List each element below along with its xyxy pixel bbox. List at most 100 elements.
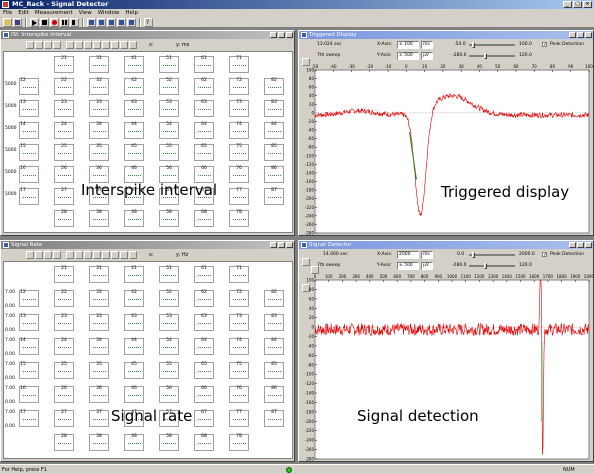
minimize-button[interactable] xyxy=(569,242,576,248)
electrode-cell[interactable]: 22 xyxy=(54,290,74,307)
electrode-cell[interactable]: 45 xyxy=(124,144,144,161)
next-button[interactable] xyxy=(44,251,52,259)
zoom-y-button[interactable] xyxy=(111,251,119,259)
electrode-cell[interactable]: 48 xyxy=(124,210,144,227)
x-range-slider[interactable] xyxy=(469,42,515,48)
electrode-cell[interactable]: 58 xyxy=(159,210,179,227)
record-button[interactable] xyxy=(50,17,59,27)
zoom-in-button[interactable] xyxy=(66,41,74,49)
electrode-cell[interactable]: 24 xyxy=(54,338,74,355)
electrode-cell[interactable]: 46 xyxy=(124,386,144,403)
electrode-cell[interactable]: 83 xyxy=(264,314,284,331)
electrode-cell[interactable]: 52 xyxy=(159,78,179,95)
slider-thumb[interactable] xyxy=(484,53,487,59)
electrode-cell[interactable]: 56 xyxy=(159,386,179,403)
electrode-cell[interactable]: 22 xyxy=(54,78,74,95)
electrode-cell[interactable]: 54 xyxy=(159,338,179,355)
electrode-cell[interactable]: 54 xyxy=(159,122,179,139)
detector-plot[interactable]: 0 100 200 300 400 500 600 700 800 900 1000 1100 1200… xyxy=(299,273,593,461)
pause-button[interactable] xyxy=(60,17,69,27)
electrode-cell[interactable]: 61 xyxy=(194,266,214,283)
electrode-cell[interactable]: 28 xyxy=(54,434,74,451)
electrode-cell[interactable]: 15 xyxy=(19,362,39,379)
prev-button[interactable] xyxy=(35,251,43,259)
electrode-cell[interactable]: 55 xyxy=(159,144,179,161)
electrode-cell[interactable]: 13 xyxy=(19,100,39,117)
zoom-out-button[interactable] xyxy=(84,41,92,49)
maximize-button[interactable] xyxy=(278,32,285,38)
electrode-cell[interactable]: 38 xyxy=(89,210,109,227)
electrode-cell[interactable]: 38 xyxy=(89,434,109,451)
zoom-out-button[interactable] xyxy=(84,251,92,259)
electrode-cell[interactable]: 27 xyxy=(54,410,74,427)
electrode-cell[interactable]: 35 xyxy=(89,362,109,379)
y-axis-unit-field[interactable]: µV xyxy=(421,262,433,270)
stop-button[interactable] xyxy=(40,17,49,27)
last-button[interactable] xyxy=(53,41,61,49)
electrode-cell[interactable]: 75 xyxy=(229,144,249,161)
maximize-button[interactable]: □ xyxy=(573,1,582,8)
electrode-cell[interactable]: 41 xyxy=(124,266,144,283)
layout-button-5[interactable] xyxy=(127,17,136,27)
save-button[interactable] xyxy=(120,251,128,259)
electrode-cell[interactable]: 53 xyxy=(159,100,179,117)
electrode-cell[interactable]: 43 xyxy=(124,100,144,117)
electrode-cell[interactable]: 34 xyxy=(89,338,109,355)
electrode-cell[interactable]: 62 xyxy=(194,290,214,307)
electrode-cell[interactable]: 26 xyxy=(54,386,74,403)
electrode-cell[interactable]: 34 xyxy=(89,122,109,139)
electrode-cell[interactable]: 14 xyxy=(19,338,39,355)
electrode-cell[interactable]: 32 xyxy=(89,290,109,307)
electrode-cell[interactable]: 16 xyxy=(19,386,39,403)
layout-button-3[interactable] xyxy=(107,17,116,27)
close-button[interactable] xyxy=(585,32,592,38)
x-axis-unit-field[interactable]: ms xyxy=(421,41,433,49)
electrode-cell[interactable]: 36 xyxy=(89,386,109,403)
electrode-cell[interactable]: 62 xyxy=(194,78,214,95)
electrode-cell[interactable]: 84 xyxy=(264,338,284,355)
electrode-cell[interactable]: 14 xyxy=(19,122,39,139)
y-axis-unit-field[interactable]: µV xyxy=(421,52,433,60)
electrode-cell[interactable]: 75 xyxy=(229,362,249,379)
electrode-cell[interactable]: 74 xyxy=(229,122,249,139)
zoom-x-in-button[interactable] xyxy=(93,41,101,49)
electrode-cell[interactable]: 23 xyxy=(54,100,74,117)
rate-grid-canvas[interactable]: 21 22 23 24 25 26 27 28 31 32 33 34 35 36 37 38 41 42 43 44… xyxy=(3,261,293,459)
close-button[interactable] xyxy=(286,242,293,248)
electrode-cell[interactable]: 85 xyxy=(264,144,284,161)
electrode-cell[interactable]: 68 xyxy=(194,210,214,227)
x-axis-range-field[interactable]: 2000 xyxy=(397,251,419,259)
peak-detection-checkbox[interactable]: ✓ xyxy=(542,42,547,48)
y-range-slider[interactable] xyxy=(469,263,515,269)
electrode-cell[interactable]: 78 xyxy=(229,210,249,227)
x-axis-range-field[interactable]: ± 100 xyxy=(397,41,419,49)
close-button[interactable] xyxy=(585,242,592,248)
electrode-cell[interactable]: 72 xyxy=(229,290,249,307)
electrode-cell[interactable]: 63 xyxy=(194,100,214,117)
electrode-cell[interactable]: 64 xyxy=(194,338,214,355)
electrode-cell[interactable]: 16 xyxy=(19,166,39,183)
electrode-cell[interactable]: 42 xyxy=(124,290,144,307)
maximize-button[interactable] xyxy=(577,242,584,248)
menu-file[interactable]: File xyxy=(3,9,12,17)
y-axis-range-field[interactable]: ± 500 xyxy=(397,52,419,60)
electrode-cell[interactable]: 85 xyxy=(264,362,284,379)
electrode-cell[interactable]: 73 xyxy=(229,100,249,117)
electrode-cell[interactable]: 33 xyxy=(89,100,109,117)
electrode-cell[interactable]: 71 xyxy=(229,56,249,73)
electrode-cell[interactable]: 25 xyxy=(54,144,74,161)
y-axis-range-field[interactable]: ± 500 xyxy=(397,262,419,270)
open-button[interactable] xyxy=(3,17,12,27)
electrode-cell[interactable]: 33 xyxy=(89,314,109,331)
electrode-cell[interactable]: 35 xyxy=(89,144,109,161)
electrode-cell[interactable]: 28 xyxy=(54,210,74,227)
minimize-button[interactable]: _ xyxy=(563,1,572,8)
close-button[interactable]: × xyxy=(583,1,592,8)
zoom-reset-button[interactable] xyxy=(75,41,83,49)
menu-view[interactable]: View xyxy=(79,9,92,17)
electrode-cell[interactable]: 17 xyxy=(19,188,39,205)
electrode-cell[interactable]: 45 xyxy=(124,362,144,379)
y-range-slider[interactable] xyxy=(469,53,515,59)
rewind-button[interactable] xyxy=(70,17,79,27)
triggered-plot[interactable]: -50 -40 -30 -20 -10 0 10 20 30 40 50 60 70 80 90 100100… xyxy=(299,63,593,235)
